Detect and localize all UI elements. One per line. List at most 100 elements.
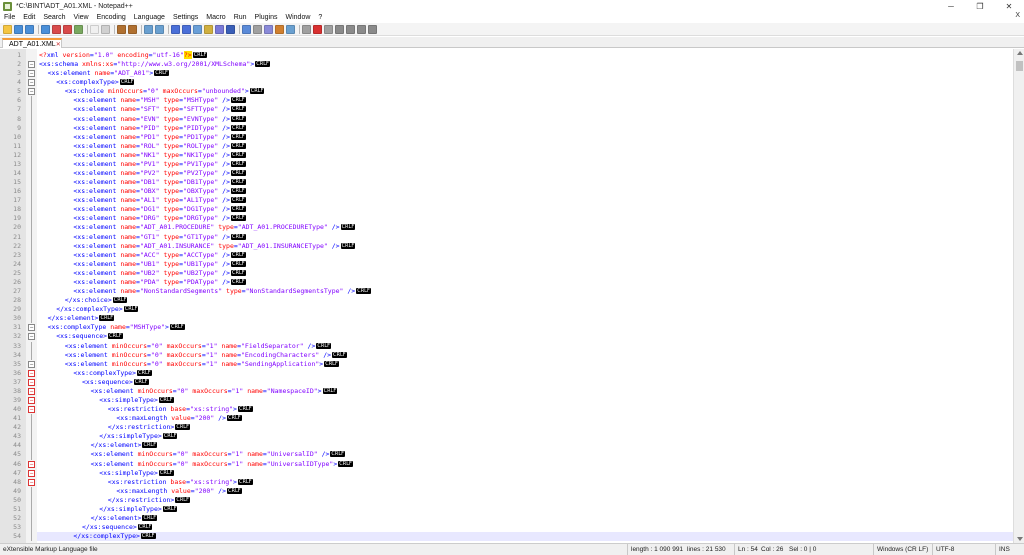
code-line[interactable]: 30 </xs:element> CRLF — [13, 314, 1013, 324]
code-line[interactable]: 32− <xs:sequence> CRLF — [13, 332, 1013, 341]
code-line[interactable]: 13 <xs:element name="PV1" type="PV1Type" … — [13, 159, 1013, 170]
code-line[interactable]: 44 </xs:element> CRLF — [13, 441, 1013, 451]
status-eol[interactable]: Windows (CR LF) — [873, 544, 928, 555]
toolbar-button-icon[interactable] — [90, 24, 99, 34]
code-line[interactable]: 21 <xs:element name="GT1" type="GT1Type" … — [13, 232, 1013, 242]
toolbar-button-icon[interactable] — [155, 24, 164, 34]
fold-toggle-icon[interactable]: − — [28, 369, 35, 377]
code-line[interactable]: 16 <xs:element name="OBX" type="OBXType" … — [13, 187, 1013, 197]
toolbar-button-icon[interactable] — [101, 24, 110, 34]
menu-language[interactable]: Language — [130, 14, 169, 21]
code-line[interactable]: 2− <xs:schema xmlns:xs="http://www.w3.org… — [17, 60, 1013, 69]
code-line[interactable]: 29 </xs:complexType> CRLF — [13, 305, 1013, 315]
code-line[interactable]: 31− <xs:complexType name="MSHType"> CRLF — [13, 323, 1013, 332]
code-line[interactable]: 54 </xs:complexType> CRLF — [13, 532, 1013, 542]
code-line[interactable]: 8 <xs:element name="EVN" type="EVNType" /… — [17, 114, 1013, 124]
menu-encoding[interactable]: Encoding — [93, 14, 130, 21]
code-line[interactable]: 19 <xs:element name="DRG" type="DRGType" … — [13, 214, 1013, 224]
code-line[interactable]: 28 </xs:choice> CRLF — [13, 296, 1013, 306]
tab-close-icon[interactable]: ✕ — [56, 41, 61, 48]
fold-toggle-icon[interactable]: − — [28, 360, 35, 368]
toolbar-button-icon[interactable] — [63, 24, 72, 34]
code-line[interactable]: 24 <xs:element name="UB1" type="UB1Type" … — [13, 259, 1013, 269]
status-col[interactable]: Col : 26 — [761, 544, 783, 555]
status-encoding[interactable]: UTF-8 — [932, 544, 954, 555]
code-line[interactable]: 41 <xs:maxLength value="200" /> CRLF — [13, 414, 1013, 424]
code-line[interactable]: 34 <xs:element minOccurs="0" maxOccurs="1… — [13, 350, 1013, 360]
code-line[interactable]: 6 <xs:element name="MSH" type="MSHType" /… — [17, 96, 1013, 106]
code-line[interactable]: 10 <xs:element name="PD1" type="PD1Type" … — [13, 132, 1013, 142]
code-line[interactable]: 12 <xs:element name="NK1" type="NK1Type" … — [13, 150, 1013, 160]
toolbar-button-icon[interactable] — [335, 24, 344, 34]
toolbar-button-icon[interactable] — [313, 24, 322, 34]
code-line[interactable]: 14 <xs:element name="PV2" type="PV2Type" … — [13, 169, 1013, 179]
fold-toggle-icon[interactable]: − — [28, 88, 35, 96]
toolbar-button-icon[interactable] — [346, 24, 355, 34]
code-line[interactable]: 5− <xs:choice minOccurs="0" maxOccurs="un… — [17, 87, 1013, 96]
toolbar-button-icon[interactable] — [171, 24, 180, 34]
toolbar-button-icon[interactable] — [215, 24, 224, 34]
toolbar-button-icon[interactable] — [357, 24, 366, 34]
code-line[interactable]: 33 <xs:element minOccurs="0" maxOccurs="1… — [13, 341, 1013, 351]
code-line[interactable]: 36− <xs:complexType> CRLF — [13, 369, 1013, 378]
code-line[interactable]: 47− <xs:simpleType> CRLF — [13, 469, 1013, 478]
code-line[interactable]: 35− <xs:element minOccurs="0" maxOccurs="… — [13, 360, 1013, 369]
code-area[interactable]: 1 <?xml version="1.0" encoding="utf-16"?>… — [13, 51, 1013, 542]
code-line[interactable]: 9 <xs:element name="PID" type="PIDType" /… — [17, 123, 1013, 133]
code-editor[interactable]: 1 <?xml version="1.0" encoding="utf-16"?>… — [0, 49, 1013, 543]
toolbar-button-icon[interactable] — [264, 24, 273, 34]
code-line[interactable]: 7 <xs:element name="SFT" type="SFTType" /… — [17, 105, 1013, 115]
code-line[interactable]: 46− <xs:element minOccurs="0" maxOccurs="… — [13, 460, 1013, 469]
code-line[interactable]: 25 <xs:element name="UB2" type="UB2Type" … — [13, 268, 1013, 278]
fold-toggle-icon[interactable]: − — [28, 378, 35, 386]
fold-toggle-icon[interactable]: − — [28, 333, 35, 341]
fold-toggle-icon[interactable]: − — [28, 70, 35, 78]
toolbar-button-icon[interactable] — [117, 24, 126, 34]
close-document-menu-button[interactable]: X — [1015, 12, 1020, 19]
status-insert-mode[interactable]: INS — [995, 544, 1010, 555]
code-line[interactable]: 23 <xs:element name="ACC" type="ACCType" … — [13, 250, 1013, 260]
code-line[interactable]: 38− <xs:element minOccurs="0" maxOccurs="… — [13, 387, 1013, 396]
toolbar-button-icon[interactable] — [226, 24, 235, 34]
menu-run[interactable]: Run — [230, 14, 251, 21]
code-line[interactable]: 4− <xs:complexType> CRLF — [17, 78, 1013, 87]
code-line[interactable]: 48− <xs:restriction base="xs:string"> CRLF — [13, 478, 1013, 487]
toolbar-button-icon[interactable] — [3, 24, 12, 34]
vertical-scrollbar[interactable] — [1013, 49, 1024, 543]
menu-view[interactable]: View — [70, 14, 93, 21]
code-line[interactable]: 52 </xs:element> CRLF — [13, 513, 1013, 524]
menu-macro[interactable]: Macro — [202, 14, 229, 21]
fold-toggle-icon[interactable]: − — [28, 460, 35, 468]
toolbar-button-icon[interactable] — [128, 24, 137, 34]
fold-toggle-icon[interactable]: − — [28, 478, 35, 486]
fold-toggle-icon[interactable]: − — [28, 324, 35, 332]
fold-toggle-icon[interactable]: − — [28, 61, 35, 69]
scroll-down-icon[interactable] — [1017, 537, 1023, 541]
menu-help[interactable]: ? — [314, 14, 326, 21]
fold-toggle-icon[interactable]: − — [28, 79, 35, 87]
code-line[interactable]: 18 <xs:element name="DG1" type="DG1Type" … — [13, 205, 1013, 215]
fold-toggle-icon[interactable]: − — [28, 406, 35, 414]
code-line[interactable]: 37− <xs:sequence> CRLF — [13, 378, 1013, 387]
code-line[interactable]: 51 </xs:simpleType> CRLF — [13, 504, 1013, 514]
code-line[interactable]: 1 <?xml version="1.0" encoding="utf-16"?>… — [17, 51, 1013, 60]
fold-toggle-icon[interactable]: − — [28, 469, 35, 477]
toolbar-button-icon[interactable] — [253, 24, 262, 34]
code-line[interactable]: 39− <xs:simpleType> CRLF — [13, 396, 1013, 405]
code-line[interactable]: 17 <xs:element name="AL1" type="AL1Type" … — [13, 196, 1013, 206]
code-line[interactable]: 42 </xs:restriction> CRLF — [13, 423, 1013, 433]
minimize-button[interactable]: ─ — [937, 0, 965, 12]
toolbar-button-icon[interactable] — [52, 24, 61, 34]
menu-settings[interactable]: Settings — [169, 14, 202, 21]
toolbar-button-icon[interactable] — [242, 24, 251, 34]
menu-edit[interactable]: Edit — [19, 14, 39, 21]
toolbar-button-icon[interactable] — [144, 24, 153, 34]
toolbar-button-icon[interactable] — [275, 24, 284, 34]
toolbar-button-icon[interactable] — [41, 24, 50, 34]
code-line[interactable]: 50 </xs:restriction> CRLF — [13, 495, 1013, 505]
code-line[interactable]: 45 <xs:element minOccurs="0" maxOccurs="1… — [13, 450, 1013, 460]
toolbar-button-icon[interactable] — [286, 24, 295, 34]
fold-toggle-icon[interactable]: − — [28, 396, 35, 404]
code-line[interactable]: 27 <xs:element name="NonStandardSegments"… — [13, 287, 1013, 297]
status-sel[interactable]: Sel : 0 | 0 — [789, 544, 816, 555]
